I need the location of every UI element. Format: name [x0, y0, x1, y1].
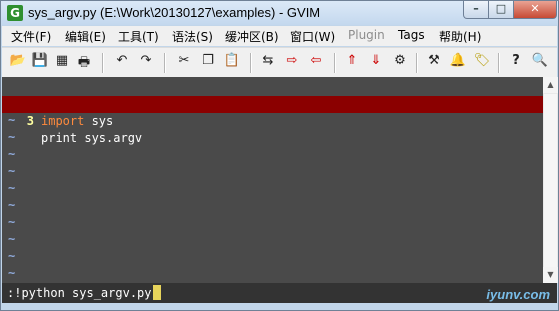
menu-bar: 文件(F) 编辑(E) 工具(T) 语法(S) 缓冲区(B) 窗口(W) Plu… [2, 26, 557, 46]
tilde-marker: ~ [8, 164, 16, 178]
replace-icon[interactable]: ⇆ [258, 53, 278, 73]
undo-icon[interactable]: ↶ [112, 53, 132, 73]
window-title: sys_argv.py (E:\Work\20130127\examples) … [28, 5, 321, 20]
code-line[interactable]: 2 import sys [2, 79, 543, 128]
code-rest: sys [84, 114, 114, 128]
close-button[interactable]: ✕ [513, 1, 557, 19]
menu-buffers[interactable]: 缓冲区(B) [225, 28, 279, 45]
scroll-up-arrow-icon[interactable]: ▲ [543, 77, 558, 93]
window-bottom-border [1, 303, 558, 310]
toolbar-separator [416, 53, 418, 73]
vertical-scrollbar[interactable]: ▲ ▼ [543, 77, 558, 283]
tilde-marker: ~ [8, 181, 16, 195]
run-script-icon[interactable]: ⚙ [390, 53, 410, 73]
toolbar-separator [334, 53, 336, 73]
code-text: import sys [41, 113, 113, 130]
current-code-line[interactable]: 3 print sys.argv [2, 96, 543, 145]
maximize-button[interactable]: □ [488, 1, 514, 19]
watermark: iyunv.com [486, 287, 550, 302]
keyword: print [41, 131, 78, 145]
cut-icon[interactable]: ✂ [174, 53, 194, 73]
toolbar-separator [102, 53, 104, 73]
tilde-marker: ~ [8, 147, 16, 161]
command-text-wrap: :!python sys_argv.py [7, 285, 161, 300]
help-icon[interactable]: ? [506, 53, 526, 73]
toolbar: 📂 💾 ▦ 🖶 ↶ ↷ ✂ ❐ 📋 ⇆ ⇨ ⇦ ⇑ ⇓ ⚙ ⚒ 🔔 🏷 ? 🔍 [2, 47, 557, 77]
menu-syntax[interactable]: 语法(S) [172, 28, 213, 45]
tilde-marker: ~ [8, 249, 16, 263]
menu-file[interactable]: 文件(F) [11, 28, 51, 45]
toolbar-separator [498, 53, 500, 73]
tag-jump-icon[interactable]: 🏷 [472, 53, 492, 73]
menu-help[interactable]: 帮助(H) [439, 28, 481, 45]
code-text: print sys.argv [41, 130, 142, 147]
print-icon[interactable]: 🖶 [74, 53, 94, 73]
menu-tools[interactable]: 工具(T) [118, 28, 159, 45]
find-help-icon[interactable]: 🔍 [530, 53, 550, 73]
find-prev-icon[interactable]: ⇦ [306, 53, 326, 73]
tilde-marker: ~ [8, 198, 16, 212]
menu-window[interactable]: 窗口(W) [290, 28, 335, 45]
save-icon[interactable]: 💾 [30, 53, 50, 73]
code-rest: sys.argv [77, 131, 143, 145]
open-file-icon[interactable]: 📂 [8, 53, 28, 73]
copy-icon[interactable]: ❐ [198, 53, 218, 73]
tilde-marker: ~ [8, 130, 16, 144]
toolbar-separator [250, 53, 252, 73]
make-icon[interactable]: ⚒ [424, 53, 444, 73]
tilde-marker: ~ [8, 266, 16, 280]
toolbar-separator [164, 53, 166, 73]
tilde-marker: ~ [8, 232, 16, 246]
menu-edit[interactable]: 编辑(E) [65, 28, 106, 45]
menu-plugin[interactable]: Plugin [348, 28, 385, 42]
minimize-button[interactable]: – [463, 1, 489, 19]
editor-area[interactable]: 2 import sys 3 print sys.argv ~ ~ ~ ~ ~ ~ ~ ~ ~ ~ [2, 77, 543, 283]
tilde-marker: ~ [8, 215, 16, 229]
gvim-window: G sys_argv.py (E:\Work\20130127\examples… [0, 0, 559, 311]
command-text: :!python sys_argv.py [7, 286, 152, 300]
line-number: 3 [26, 114, 34, 128]
command-line[interactable]: :!python sys_argv.py [2, 283, 557, 303]
build-tags-icon[interactable]: 🔔 [448, 53, 468, 73]
tilde-marker: ~ [8, 113, 16, 127]
title-bar[interactable]: G sys_argv.py (E:\Work\20130127\examples… [1, 1, 558, 25]
find-next-icon[interactable]: ⇨ [282, 53, 302, 73]
text-cursor [152, 285, 161, 300]
redo-icon[interactable]: ↷ [136, 53, 156, 73]
paste-icon[interactable]: 📋 [222, 53, 242, 73]
keyword: import [41, 114, 85, 128]
scrollbar-thumb[interactable] [544, 94, 557, 269]
menu-tags[interactable]: Tags [398, 28, 425, 42]
load-session-icon[interactable]: ⇑ [342, 53, 362, 73]
scroll-down-arrow-icon[interactable]: ▼ [543, 267, 558, 283]
save-session-icon[interactable]: ⇓ [366, 53, 386, 73]
save-all-icon[interactable]: ▦ [52, 53, 72, 73]
gvim-app-icon: G [7, 5, 23, 21]
